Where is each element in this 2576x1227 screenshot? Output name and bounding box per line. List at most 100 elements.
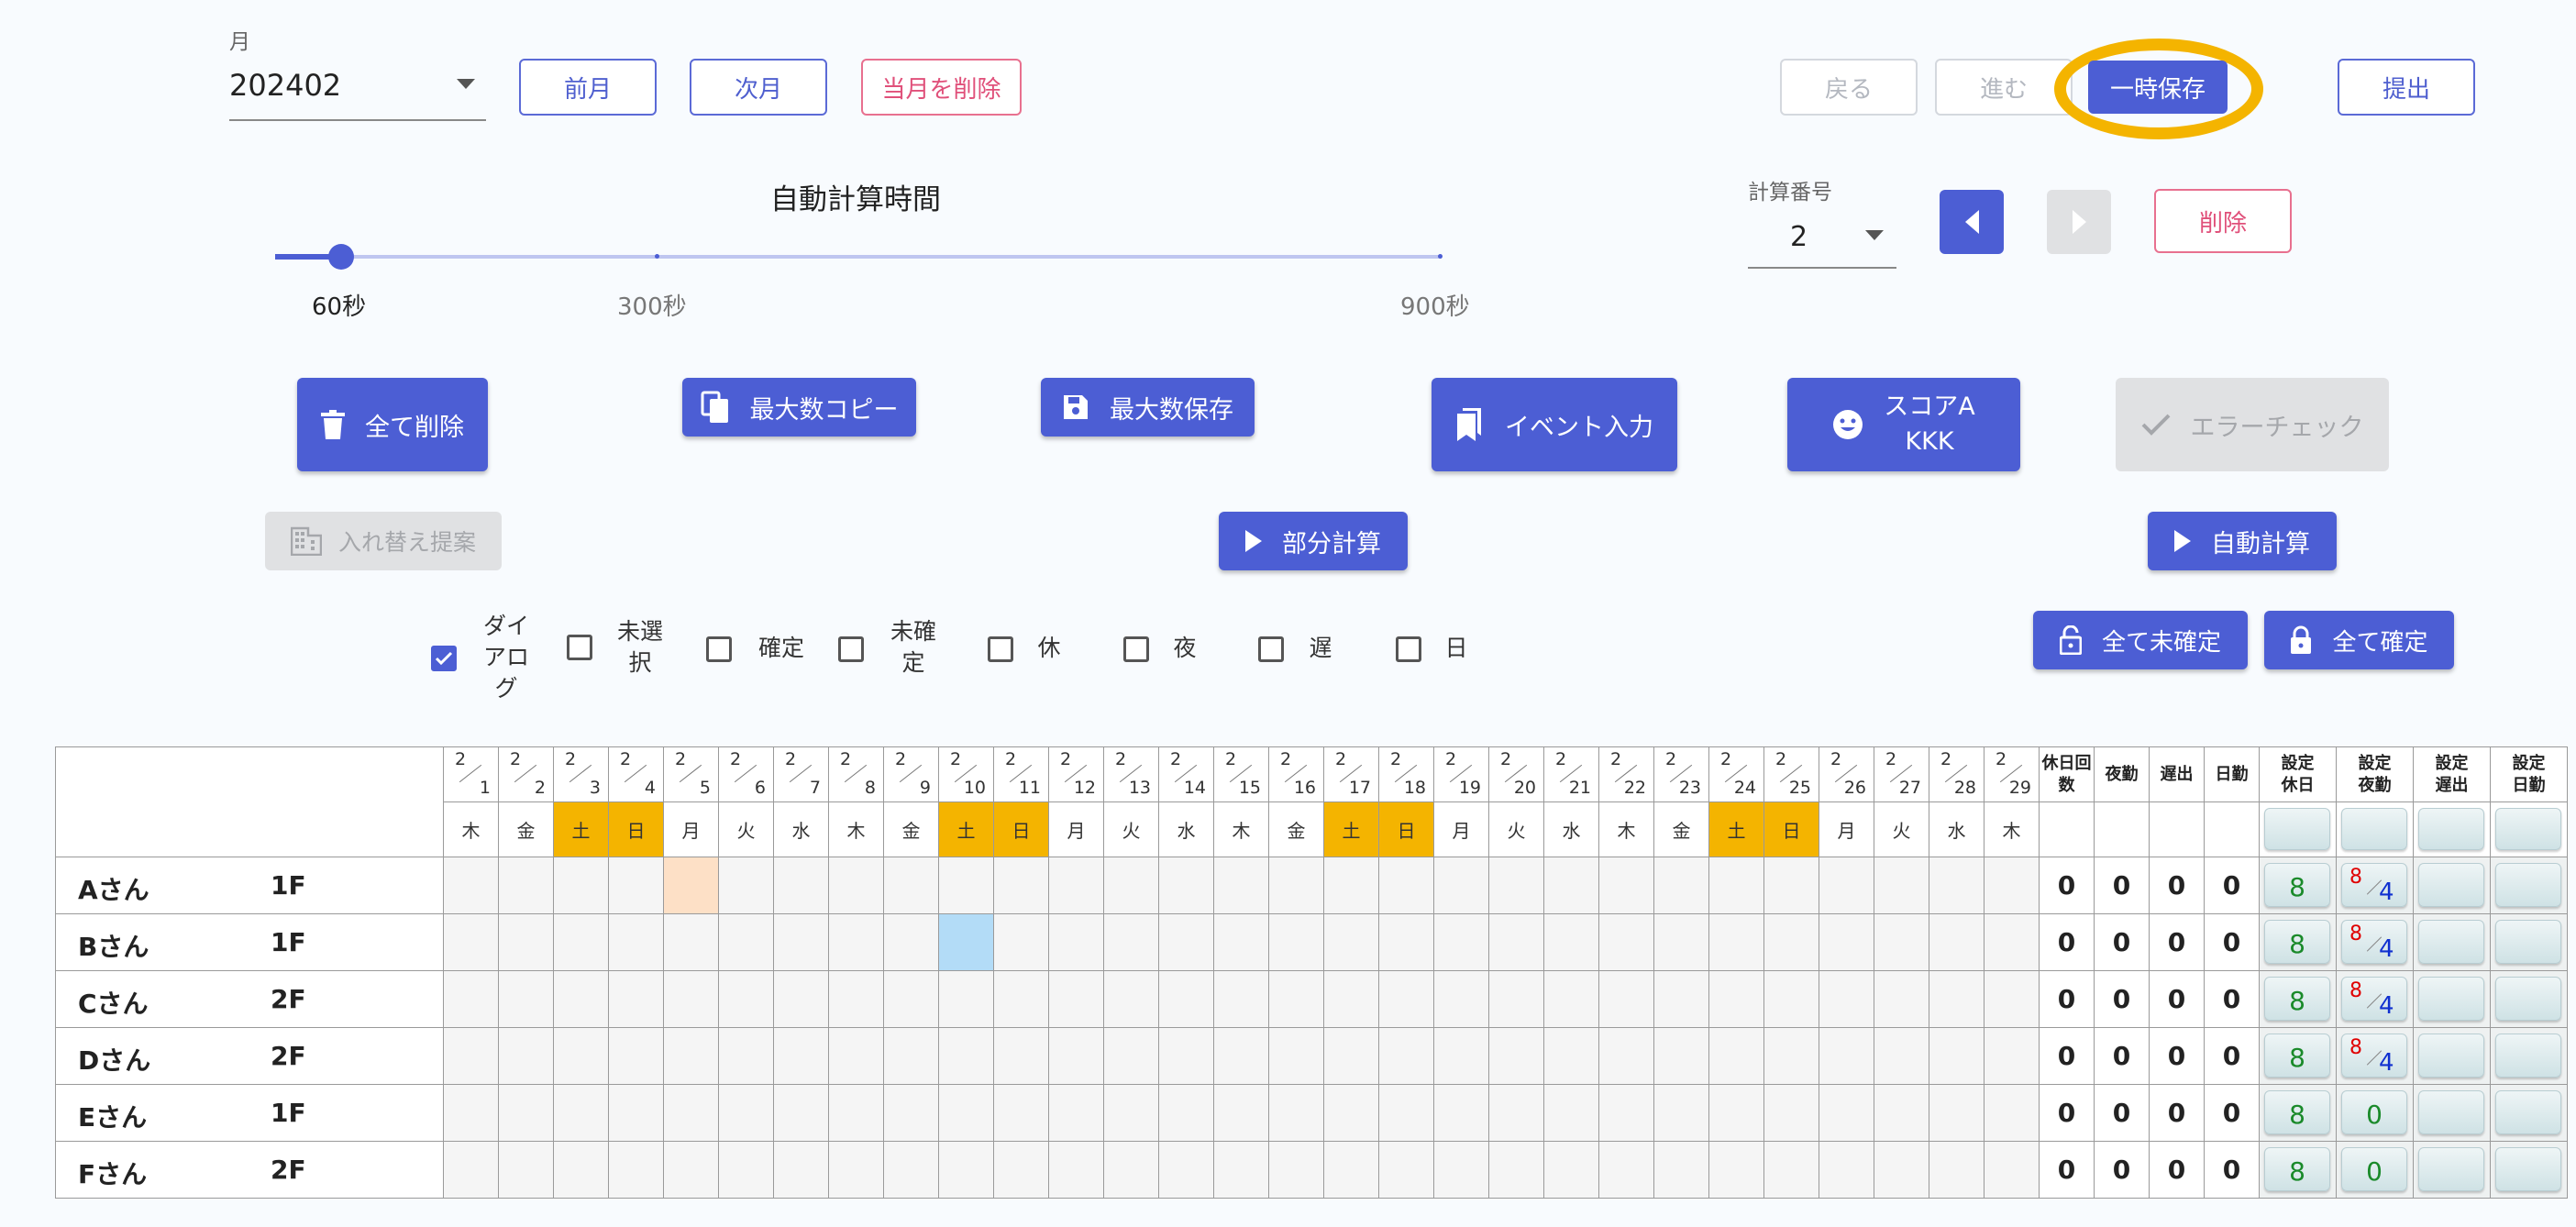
- setting-night-button[interactable]: 84: [2341, 1034, 2407, 1078]
- save-max-button[interactable]: 最大数保存: [1041, 378, 1255, 437]
- shift-cell[interactable]: [1434, 1142, 1489, 1199]
- shift-cell[interactable]: [609, 971, 664, 1028]
- shift-cell[interactable]: [1929, 1142, 1985, 1199]
- shift-cell[interactable]: [939, 971, 994, 1028]
- shift-cell[interactable]: [554, 857, 609, 914]
- setting-holiday-button[interactable]: 8: [2264, 863, 2330, 907]
- shift-cell[interactable]: [1049, 971, 1104, 1028]
- shift-cell[interactable]: [884, 857, 939, 914]
- shift-cell[interactable]: [1929, 1085, 1985, 1142]
- filter-checkbox-unselected[interactable]: [567, 635, 592, 660]
- shift-cell[interactable]: [664, 1142, 719, 1199]
- shift-cell[interactable]: [829, 914, 884, 971]
- shift-cell[interactable]: [829, 1142, 884, 1199]
- shift-cell[interactable]: [1104, 857, 1159, 914]
- shift-cell[interactable]: [1709, 857, 1764, 914]
- shift-cell[interactable]: [1269, 971, 1324, 1028]
- shift-cell[interactable]: [994, 914, 1049, 971]
- filter-checkbox-late[interactable]: [1258, 636, 1284, 662]
- setting-late-button[interactable]: [2418, 863, 2484, 907]
- filter-checkbox-confirmed[interactable]: [706, 636, 732, 662]
- shift-cell[interactable]: [499, 857, 554, 914]
- shift-cell[interactable]: [1985, 1028, 2040, 1085]
- shift-cell[interactable]: [1929, 914, 1985, 971]
- shift-cell[interactable]: [1434, 914, 1489, 971]
- slider-thumb[interactable]: [328, 244, 354, 270]
- shift-cell[interactable]: [1159, 1142, 1214, 1199]
- shift-cell[interactable]: [1709, 1085, 1764, 1142]
- next-month-button[interactable]: 次月: [690, 59, 827, 116]
- shift-cell[interactable]: [1764, 914, 1819, 971]
- setting-holiday-button[interactable]: 8: [2264, 977, 2330, 1021]
- shift-cell[interactable]: [1709, 1142, 1764, 1199]
- shift-cell[interactable]: [1985, 914, 2040, 971]
- shift-cell[interactable]: [1599, 971, 1654, 1028]
- shift-cell[interactable]: [1874, 971, 1929, 1028]
- shift-cell[interactable]: [1819, 857, 1874, 914]
- setting-day-button[interactable]: [2495, 1147, 2561, 1191]
- shift-cell[interactable]: [444, 914, 499, 971]
- shift-cell[interactable]: [1819, 1085, 1874, 1142]
- shift-cell[interactable]: [1544, 1142, 1599, 1199]
- shift-cell[interactable]: [1764, 857, 1819, 914]
- shift-cell[interactable]: [1214, 971, 1269, 1028]
- setting-day-button[interactable]: [2495, 1034, 2561, 1078]
- shift-cell[interactable]: [829, 971, 884, 1028]
- calc-number-select[interactable]: 2: [1748, 206, 1896, 269]
- setting-late-button[interactable]: [2418, 1147, 2484, 1191]
- shift-cell[interactable]: [499, 971, 554, 1028]
- shift-cell[interactable]: [664, 857, 719, 914]
- shift-cell[interactable]: [1874, 1028, 1929, 1085]
- filter-checkbox-night[interactable]: [1123, 636, 1149, 662]
- shift-cell[interactable]: [1599, 1028, 1654, 1085]
- shift-cell[interactable]: [1874, 1142, 1929, 1199]
- shift-cell[interactable]: [1324, 971, 1379, 1028]
- shift-cell[interactable]: [774, 1142, 829, 1199]
- shift-cell[interactable]: [1434, 1085, 1489, 1142]
- shift-cell[interactable]: [609, 857, 664, 914]
- submit-button[interactable]: 提出: [2338, 59, 2475, 116]
- shift-cell[interactable]: [554, 971, 609, 1028]
- shift-cell[interactable]: [1049, 1085, 1104, 1142]
- shift-cell[interactable]: [719, 914, 774, 971]
- swap-suggest-button[interactable]: 入れ替え提案: [265, 512, 502, 570]
- shift-cell[interactable]: [939, 857, 994, 914]
- shift-cell[interactable]: [1544, 1028, 1599, 1085]
- shift-cell[interactable]: [1985, 1142, 2040, 1199]
- shift-cell[interactable]: [1159, 1028, 1214, 1085]
- shift-cell[interactable]: [1049, 914, 1104, 971]
- shift-cell[interactable]: [1764, 1028, 1819, 1085]
- shift-cell[interactable]: [1819, 914, 1874, 971]
- shift-cell[interactable]: [1379, 1028, 1434, 1085]
- setting-day-button[interactable]: [2495, 1090, 2561, 1134]
- shift-cell[interactable]: [1214, 1142, 1269, 1199]
- shift-cell[interactable]: [1269, 1028, 1324, 1085]
- shift-cell[interactable]: [499, 1085, 554, 1142]
- shift-cell[interactable]: [1324, 857, 1379, 914]
- shift-cell[interactable]: [1709, 914, 1764, 971]
- temp-save-button[interactable]: 一時保存: [2088, 61, 2228, 114]
- calc-next-button[interactable]: [2047, 190, 2111, 254]
- shift-cell[interactable]: [939, 1028, 994, 1085]
- shift-cell[interactable]: [1764, 1142, 1819, 1199]
- shift-cell[interactable]: [1544, 857, 1599, 914]
- shift-cell[interactable]: [1489, 857, 1544, 914]
- shift-cell[interactable]: [499, 1028, 554, 1085]
- delete-all-button[interactable]: 全て削除: [297, 378, 488, 471]
- shift-cell[interactable]: [1819, 971, 1874, 1028]
- shift-cell[interactable]: [774, 914, 829, 971]
- shift-cell[interactable]: [1489, 914, 1544, 971]
- shift-cell[interactable]: [609, 914, 664, 971]
- shift-cell[interactable]: [1874, 857, 1929, 914]
- shift-cell[interactable]: [1654, 1028, 1709, 1085]
- calc-prev-button[interactable]: [1940, 190, 2004, 254]
- shift-cell[interactable]: [1104, 971, 1159, 1028]
- setting-night-button[interactable]: 0: [2341, 1090, 2407, 1134]
- shift-cell[interactable]: [1489, 1142, 1544, 1199]
- shift-cell[interactable]: [1599, 857, 1654, 914]
- shift-cell[interactable]: [884, 1085, 939, 1142]
- filter-checkbox-dialog[interactable]: [431, 646, 457, 671]
- setting-bulk-button[interactable]: [2418, 808, 2484, 850]
- shift-cell[interactable]: [1049, 1142, 1104, 1199]
- shift-cell[interactable]: [884, 1028, 939, 1085]
